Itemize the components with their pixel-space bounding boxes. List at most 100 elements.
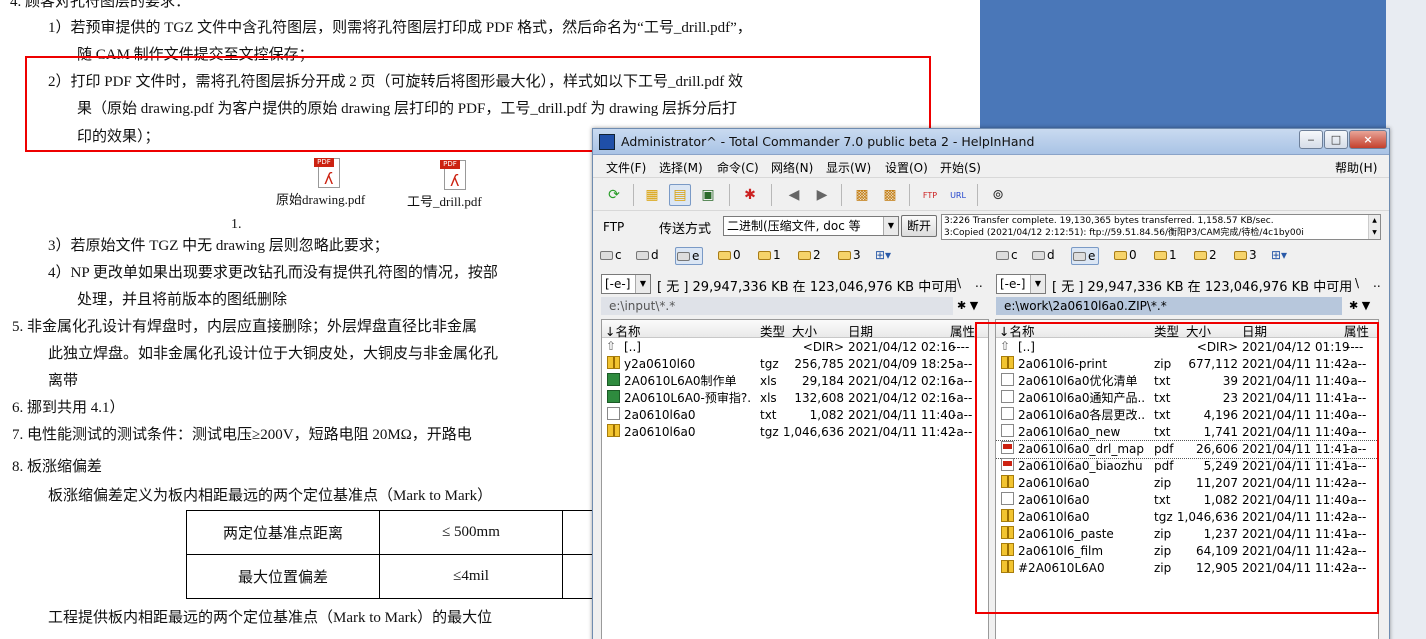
file-row[interactable]: 2a0610l6a0 txt 1,082 2021/04/11 11:40 -a-- bbox=[996, 492, 1378, 509]
unpack-icon[interactable]: ▩ bbox=[879, 184, 901, 206]
url-connect-icon[interactable]: URL bbox=[947, 184, 969, 206]
disconnect-button[interactable]: 断开 bbox=[901, 215, 937, 237]
root-button[interactable]: \ bbox=[1355, 276, 1359, 290]
col-size[interactable]: 大小 bbox=[792, 321, 817, 340]
chevron-down-icon[interactable]: ▼ bbox=[1030, 275, 1045, 293]
drive-button-1[interactable]: 1 bbox=[1153, 247, 1177, 265]
col-attr[interactable]: 属性 bbox=[1344, 321, 1369, 340]
file-row[interactable]: 2a0610l6a0_new txt 1,741 2021/04/11 11:40 -a… bbox=[996, 424, 1378, 441]
file-row[interactable]: 2a0610l6a0 tgz 1,046,636 2021/04/11 11:42 -a… bbox=[602, 424, 988, 441]
network-icon[interactable]: ⊞▾ bbox=[875, 247, 891, 265]
drive-button-d[interactable]: d bbox=[635, 247, 659, 265]
left-file-panel[interactable]: ↓名称 类型 大小 日期 属性 ⇧ [..] <DIR> 2021/04/12 02:… bbox=[601, 319, 989, 639]
brief-view-icon[interactable]: ▦ bbox=[641, 184, 663, 206]
left-free-space: [ 无 ] 29,947,336 KB 在 123,046,976 KB 中可用 bbox=[657, 280, 958, 295]
chevron-down-icon[interactable]: ▼ bbox=[635, 275, 650, 293]
drive-button-2[interactable]: 2 bbox=[797, 247, 821, 265]
title-bar[interactable]: Administrator^ - Total Commander 7.0 pub… bbox=[593, 129, 1389, 155]
ftp-connect-icon[interactable]: FTP bbox=[919, 184, 941, 206]
embedded-file-label[interactable]: 工号_drill.pdf bbox=[407, 192, 482, 212]
menu-help[interactable]: 帮助(H) bbox=[1335, 159, 1377, 176]
col-name[interactable]: ↓名称 bbox=[605, 321, 640, 340]
drive-value: [-e-] bbox=[1000, 277, 1026, 291]
file-row[interactable]: y2a0610l60 tgz 256,785 2021/04/09 18:25 -a-- bbox=[602, 356, 988, 373]
file-row[interactable]: 2a0610l6a0优化清单 txt 39 2021/04/11 11:40 -a-- bbox=[996, 373, 1378, 390]
log-scrollbar[interactable]: ▲ ▼ bbox=[1368, 215, 1380, 239]
col-date[interactable]: 日期 bbox=[1242, 321, 1267, 340]
embedded-file-label[interactable]: 原始drawing.pdf bbox=[276, 190, 365, 210]
file-row[interactable]: 2a0610l6a0 zip 11,207 2021/04/11 11:42 -a-- bbox=[996, 475, 1378, 492]
drive-button-3[interactable]: 3 bbox=[1233, 247, 1257, 265]
file-row[interactable]: #2A0610L6A0 zip 12,905 2021/04/11 11:42 -a-- bbox=[996, 560, 1378, 577]
file-row[interactable]: 2a0610l6a0 tgz 1,046,636 2021/04/11 11:42 -a… bbox=[996, 509, 1378, 526]
root-button[interactable]: \ bbox=[957, 276, 961, 290]
pdf-file-icon[interactable]: PDF ʎ bbox=[440, 158, 470, 192]
file-row[interactable]: 2A0610L6A0-预审指?. xls 132,608 2021/04/12 02:… bbox=[602, 390, 988, 407]
col-date[interactable]: 日期 bbox=[848, 321, 873, 340]
history-button[interactable]: ✱ ▼ bbox=[957, 297, 978, 315]
file-row[interactable]: 2a0610l6a0 txt 1,082 2021/04/11 11:40 -a-- bbox=[602, 407, 988, 424]
menu-file[interactable]: 文件(F) bbox=[606, 159, 646, 176]
pack-icon[interactable]: ▩ bbox=[851, 184, 873, 206]
history-button[interactable]: ✱ ▼ bbox=[1349, 297, 1370, 315]
file-row[interactable]: 2a0610l6a0_biaozhu pdf 5,249 2021/04/11 11:… bbox=[996, 458, 1378, 475]
forward-arrow-icon[interactable]: ▶ bbox=[811, 184, 833, 206]
ftp-log[interactable]: 3:226 Transfer complete. 19,130,365 byte… bbox=[941, 214, 1381, 240]
menu-show[interactable]: 显示(W) bbox=[826, 159, 871, 176]
panel-separator[interactable] bbox=[989, 319, 993, 639]
left-drive-select[interactable]: [-e-] ▼ bbox=[601, 274, 651, 294]
file-row[interactable]: 2a0610l6a0通知产品.. txt 23 2021/04/11 11:41 -a-… bbox=[996, 390, 1378, 407]
close-button[interactable]: × bbox=[1349, 130, 1387, 149]
total-commander-window[interactable]: Administrator^ - Total Commander 7.0 pub… bbox=[592, 128, 1390, 639]
network-icon[interactable]: ⊞▾ bbox=[1271, 247, 1287, 265]
minimize-button[interactable]: ‒ bbox=[1299, 130, 1323, 149]
file-row[interactable]: 2A0610L6A0制作单 xls 29,184 2021/04/12 02:16 -a… bbox=[602, 373, 988, 390]
col-size[interactable]: 大小 bbox=[1186, 321, 1211, 340]
search-binoculars-icon[interactable]: ⊚ bbox=[987, 184, 1009, 206]
drive-button-e[interactable]: e bbox=[1071, 247, 1100, 265]
col-attr[interactable]: 属性 bbox=[950, 321, 975, 340]
left-path[interactable]: e:\input\*.* bbox=[601, 297, 953, 315]
file-name: 2a0610l6-print bbox=[1018, 357, 1108, 371]
menu-command[interactable]: 命令(C) bbox=[717, 159, 759, 176]
file-row[interactable]: 2a0610l6a0_drl_map pdf 26,606 2021/04/11 11… bbox=[996, 440, 1378, 459]
drive-button-c[interactable]: c bbox=[599, 247, 622, 265]
drive-button-e[interactable]: e bbox=[675, 247, 704, 265]
col-type[interactable]: 类型 bbox=[1154, 321, 1179, 340]
menu-net[interactable]: 网络(N) bbox=[771, 159, 813, 176]
chevron-down-icon[interactable]: ▼ bbox=[883, 217, 898, 235]
menu-settings[interactable]: 设置(O) bbox=[885, 159, 928, 176]
drive-button-1[interactable]: 1 bbox=[757, 247, 781, 265]
parent-button[interactable]: .. bbox=[1373, 276, 1381, 290]
file-row[interactable]: 2a0610l6-print zip 677,112 2021/04/11 11:42… bbox=[996, 356, 1378, 373]
file-row[interactable]: ⇧ [..] <DIR> 2021/04/12 01:19 ---- bbox=[996, 339, 1378, 356]
transfer-mode-select[interactable]: 二进制(压缩文件, doc 等 ▼ bbox=[723, 216, 899, 236]
refresh-icon[interactable]: ⟳ bbox=[603, 184, 625, 206]
file-row[interactable]: 2a0610l6_film zip 64,109 2021/04/11 11:42 -a… bbox=[996, 543, 1378, 560]
col-type[interactable]: 类型 bbox=[760, 321, 785, 340]
right-file-panel[interactable]: ↓名称 类型 大小 日期 属性 ⇧ [..] <DIR> 2021/04/12 01:… bbox=[995, 319, 1379, 639]
back-arrow-icon[interactable]: ◀ bbox=[783, 184, 805, 206]
pdf-file-icon[interactable]: PDF ʎ bbox=[314, 156, 344, 190]
file-row[interactable]: 2a0610l6a0各层更改.. txt 4,196 2021/04/11 11:40… bbox=[996, 407, 1378, 424]
menu-start[interactable]: 开始(S) bbox=[940, 159, 981, 176]
right-path[interactable]: e:\work\2a0610l6a0.ZIP\*.* bbox=[996, 297, 1342, 315]
full-view-icon[interactable]: ▤ bbox=[669, 184, 691, 206]
file-row[interactable]: 2a0610l6_paste zip 1,237 2021/04/11 11:41 -a… bbox=[996, 526, 1378, 543]
invert-selection-icon[interactable]: ✱ bbox=[739, 184, 761, 206]
col-name[interactable]: ↓名称 bbox=[999, 321, 1034, 340]
drive-button-d[interactable]: d bbox=[1031, 247, 1055, 265]
drive-value: [-e-] bbox=[605, 277, 631, 291]
file-date: 2021/04/11 11:42 bbox=[1242, 544, 1350, 558]
drive-button-0[interactable]: 0 bbox=[1113, 247, 1137, 265]
drive-button-3[interactable]: 3 bbox=[837, 247, 861, 265]
parent-button[interactable]: .. bbox=[975, 276, 983, 290]
maximize-button[interactable]: □ bbox=[1324, 130, 1348, 149]
drive-button-0[interactable]: 0 bbox=[717, 247, 741, 265]
thumbnail-view-icon[interactable]: ▣ bbox=[697, 184, 719, 206]
menu-select[interactable]: 选择(M) bbox=[659, 159, 703, 176]
drive-button-2[interactable]: 2 bbox=[1193, 247, 1217, 265]
right-drive-select[interactable]: [-e-] ▼ bbox=[996, 274, 1046, 294]
file-row[interactable]: ⇧ [..] <DIR> 2021/04/12 02:16 ---- bbox=[602, 339, 988, 356]
drive-button-c[interactable]: c bbox=[995, 247, 1018, 265]
